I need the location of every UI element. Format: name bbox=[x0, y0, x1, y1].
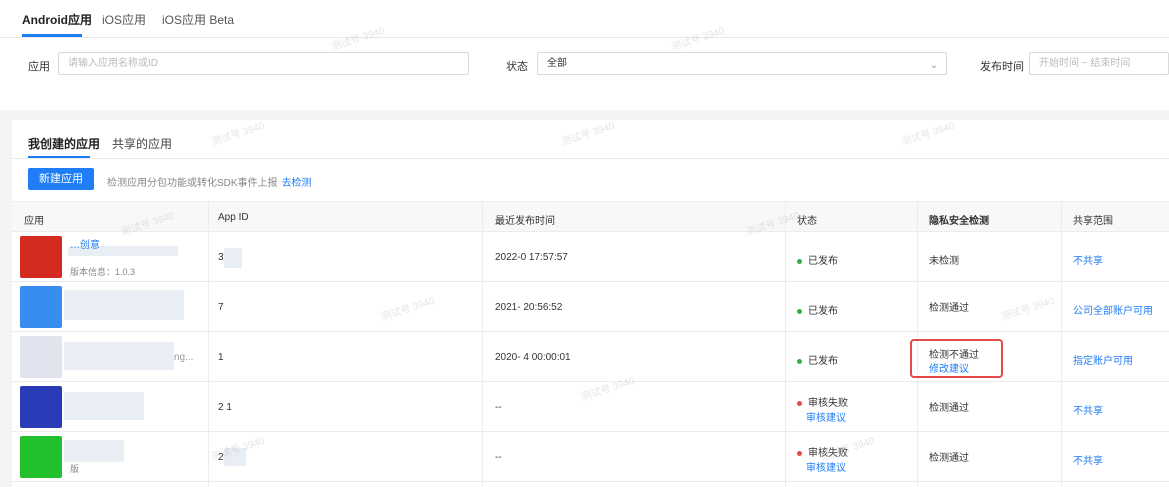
redacted-area bbox=[64, 440, 124, 462]
privacy-result: 检测通过 bbox=[929, 403, 969, 414]
detect-hint: 检测应用分包功能或转化SDK事件上报 去检测 bbox=[107, 174, 312, 189]
apps-panel: 我创建的应用 共享的应用 新建应用 检测应用分包功能或转化SDK事件上报 去检测 … bbox=[12, 120, 1169, 487]
app-icon bbox=[20, 286, 62, 328]
tab-my-apps[interactable]: 我创建的应用 bbox=[28, 135, 100, 152]
date-range-input[interactable]: 开始时间 ~ 结束时间 bbox=[1029, 52, 1169, 75]
status-badge: 已发布 bbox=[797, 252, 838, 267]
redacted-area bbox=[64, 392, 144, 420]
redacted-area bbox=[224, 448, 246, 466]
status-filter-label: 状态 bbox=[506, 61, 528, 73]
status-dot bbox=[797, 400, 802, 406]
status-select[interactable]: 全部 ⌄ bbox=[537, 52, 947, 75]
review-suggestion-link[interactable]: 审核建议 bbox=[806, 459, 846, 474]
share-scope-link[interactable]: 公司全部账户可用 bbox=[1073, 302, 1153, 317]
review-suggestion-link[interactable]: 审核建议 bbox=[806, 409, 846, 424]
col-share-scope: 共享范围 bbox=[1073, 216, 1113, 227]
status-text: 已发布 bbox=[808, 356, 838, 367]
table-header: 应用 App ID 最近发布时间 状态 隐私安全检测 共享范围 bbox=[12, 201, 1169, 232]
status-dot bbox=[797, 358, 802, 364]
filter-bar: 应用 请输入应用名称或ID 状态 全部 ⌄ 发布时间 开始时间 ~ 结束时间 bbox=[0, 38, 1169, 110]
status-text: 审核失败 bbox=[808, 398, 848, 409]
divider bbox=[12, 158, 1169, 159]
status-dot bbox=[797, 258, 802, 264]
redacted-area bbox=[224, 248, 242, 268]
col-privacy-check: 隐私安全检测 bbox=[929, 216, 989, 227]
publish-time: 2020- 4 00:00:01 bbox=[495, 352, 571, 363]
table-row[interactable]: …创意 版本信息：1.0.3 3 2022-0 17:57:57 已发布 未检测… bbox=[12, 232, 1169, 282]
app-id: 7 bbox=[218, 302, 224, 313]
status-dot bbox=[797, 308, 802, 314]
app-name-link[interactable]: …创意 bbox=[70, 236, 100, 251]
status-dot bbox=[797, 450, 802, 456]
app-icon bbox=[20, 386, 62, 428]
status-badge: 已发布 bbox=[797, 352, 838, 367]
app-id: 3 bbox=[218, 252, 224, 263]
status-text: 已发布 bbox=[808, 256, 838, 267]
app-name[interactable]: ng... bbox=[174, 352, 193, 363]
share-scope-link[interactable]: 指定账户可用 bbox=[1073, 352, 1133, 367]
status-badge: 审核失败 bbox=[797, 444, 848, 459]
tab-ios-beta[interactable]: iOS应用 Beta bbox=[162, 11, 234, 28]
app-filter-label: 应用 bbox=[28, 61, 50, 73]
redacted-area bbox=[64, 342, 174, 370]
app-icon bbox=[20, 336, 62, 378]
app-search-input[interactable]: 请输入应用名称或ID bbox=[58, 52, 469, 75]
publish-time: -- bbox=[495, 402, 502, 413]
status-select-value: 全部 bbox=[547, 58, 567, 69]
share-scope-link[interactable]: 不共享 bbox=[1073, 252, 1103, 267]
publish-time: 2021- 20:56:52 bbox=[495, 302, 563, 313]
date-filter-label: 发布时间 bbox=[980, 61, 1024, 73]
status-badge: 已发布 bbox=[797, 302, 838, 317]
table-row[interactable]: 2 1 -- 审核失败 审核建议 检测通过 不共享 bbox=[12, 382, 1169, 432]
status-badge: 审核失败 bbox=[797, 394, 848, 409]
detect-link[interactable]: 去检测 bbox=[282, 178, 312, 189]
tab-android[interactable]: Android应用 bbox=[22, 11, 92, 28]
share-scope-link[interactable]: 不共享 bbox=[1073, 402, 1103, 417]
app-id: 2 1 bbox=[218, 402, 232, 413]
platform-tabs: Android应用 iOS应用 iOS应用 Beta bbox=[0, 0, 1169, 38]
privacy-result: 检测通过 bbox=[929, 453, 969, 464]
app-id: 1 bbox=[218, 352, 224, 363]
chevron-down-icon: ⌄ bbox=[929, 60, 938, 71]
active-tab-indicator bbox=[22, 34, 82, 37]
col-status: 状态 bbox=[797, 216, 817, 227]
tab-shared-apps[interactable]: 共享的应用 bbox=[112, 135, 172, 152]
redacted-area bbox=[64, 290, 184, 320]
col-publish-time: 最近发布时间 bbox=[495, 216, 555, 227]
highlight-annotation bbox=[910, 339, 1003, 378]
app-icon bbox=[20, 436, 62, 478]
table-row[interactable]: 版 2 -- 审核失败 审核建议 检测通过 不共享 bbox=[12, 432, 1169, 482]
col-app: 应用 bbox=[24, 216, 44, 227]
privacy-result: 检测通过 bbox=[929, 303, 969, 314]
table-row[interactable]: 7 2021- 20:56:52 已发布 检测通过 公司全部账户可用 bbox=[12, 282, 1169, 332]
privacy-result: 未检测 bbox=[929, 256, 959, 267]
app-icon bbox=[20, 236, 62, 278]
app-id: 2 bbox=[218, 452, 224, 463]
publish-time: 2022-0 17:57:57 bbox=[495, 252, 568, 263]
col-app-id: App ID bbox=[218, 212, 249, 223]
status-text: 审核失败 bbox=[808, 448, 848, 459]
detect-hint-text: 检测应用分包功能或转化SDK事件上报 bbox=[107, 178, 278, 189]
status-text: 已发布 bbox=[808, 306, 838, 317]
tab-ios[interactable]: iOS应用 bbox=[102, 11, 146, 28]
app-version: 版 bbox=[70, 464, 80, 474]
share-scope-link[interactable]: 不共享 bbox=[1073, 452, 1103, 467]
new-app-button[interactable]: 新建应用 bbox=[28, 168, 94, 190]
publish-time: -- bbox=[495, 452, 502, 463]
app-version: 版本信息：1.0.3 bbox=[70, 267, 136, 277]
